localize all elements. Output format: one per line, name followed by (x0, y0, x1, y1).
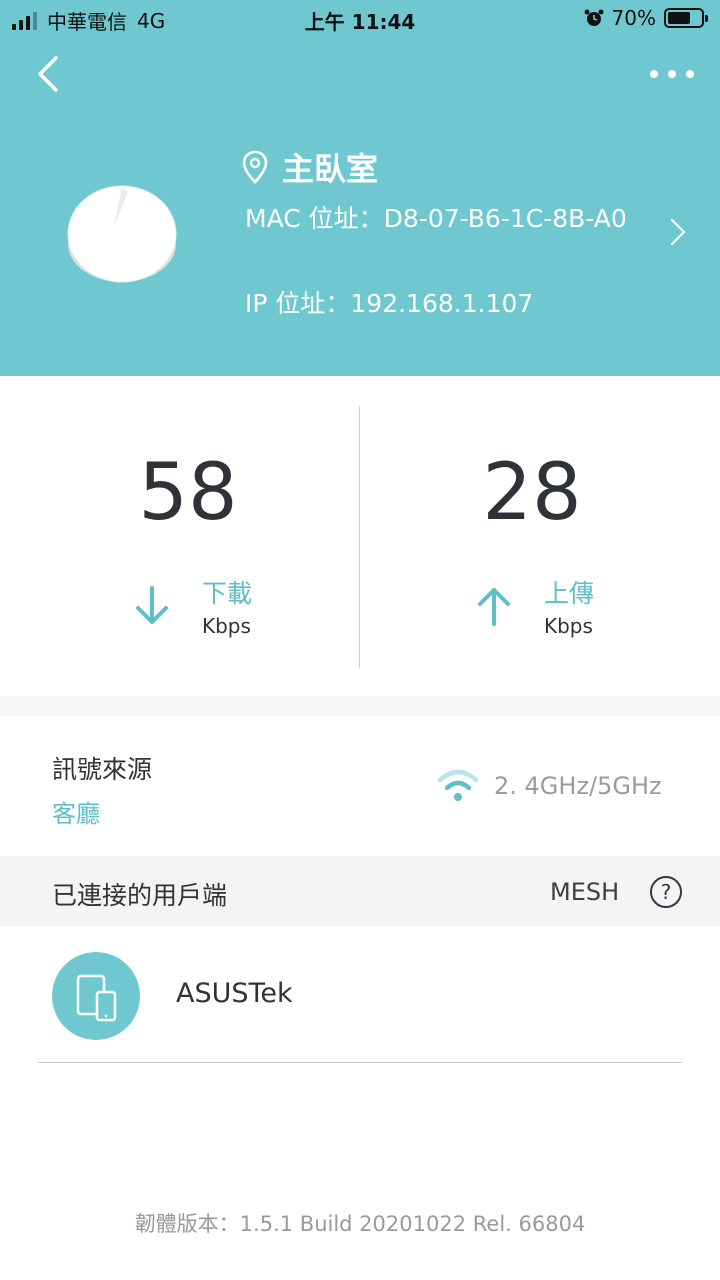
speed-panel: 58 下載 Kbps 28 上傳 Kbps (0, 376, 720, 696)
help-icon[interactable]: ? (650, 876, 682, 908)
signal-source-row[interactable]: 訊號來源 客廳 2. 4GHz/5GHz (0, 716, 720, 856)
upload-label-group: 上傳 Kbps (474, 574, 594, 638)
wifi-icon (437, 769, 479, 801)
download-unit: Kbps (202, 614, 251, 638)
devices-icon (76, 974, 117, 1022)
arrow-up-icon (478, 588, 510, 626)
status-bar: 中華電信 4G 上午 11:44 70% (0, 0, 720, 40)
location-row: 主臥室 (242, 144, 378, 190)
section-separator (0, 696, 720, 716)
upload-speed-value: 28 (482, 448, 582, 538)
client-avatar (52, 952, 140, 1040)
mesh-label: MESH (550, 878, 620, 906)
location-pin-icon (242, 150, 268, 184)
signal-source-value: 客廳 (52, 800, 100, 828)
battery-icon (664, 8, 708, 28)
dot-icon (650, 70, 658, 78)
dot-icon (686, 70, 694, 78)
arrow-down-icon (136, 586, 168, 624)
upload-unit: Kbps (544, 614, 593, 638)
row-divider (38, 1062, 682, 1063)
signal-source-title: 訊號來源 (52, 755, 153, 784)
upload-label: 上傳 (544, 579, 595, 608)
download-label: 下載 (202, 579, 253, 608)
device-header: 中華電信 4G 上午 11:44 70% 主臥室 MAC 位址：D8-07-B6 (0, 0, 720, 376)
download-speed-value: 58 (138, 448, 238, 538)
location-name: 主臥室 (282, 150, 379, 188)
more-options-button[interactable] (644, 62, 700, 86)
dot-icon (668, 70, 676, 78)
battery-percent: 70% (611, 6, 656, 30)
firmware-version: 韌體版本：1.5.1 Build 20201022 Rel. 66804 (134, 1212, 586, 1236)
chevron-right-icon[interactable] (668, 216, 688, 248)
wifi-band: 2. 4GHz/5GHz (494, 772, 662, 800)
client-name: ASUSTek (176, 978, 293, 1009)
client-list-item[interactable]: ASUSTek (0, 926, 720, 1064)
connected-clients-header: 已連接的用戶端 MESH ? (0, 856, 720, 926)
download-label-group: 下載 Kbps (132, 574, 252, 638)
router-device-image (67, 185, 177, 283)
alarm-icon (584, 9, 604, 26)
connected-clients-title: 已連接的用戶端 (52, 881, 228, 910)
ip-address: IP 位址：192.168.1.107 (245, 289, 534, 318)
mac-address: MAC 位址：D8-07-B6-1C-8B-A0 (245, 204, 627, 233)
back-chevron-icon[interactable] (30, 52, 70, 96)
